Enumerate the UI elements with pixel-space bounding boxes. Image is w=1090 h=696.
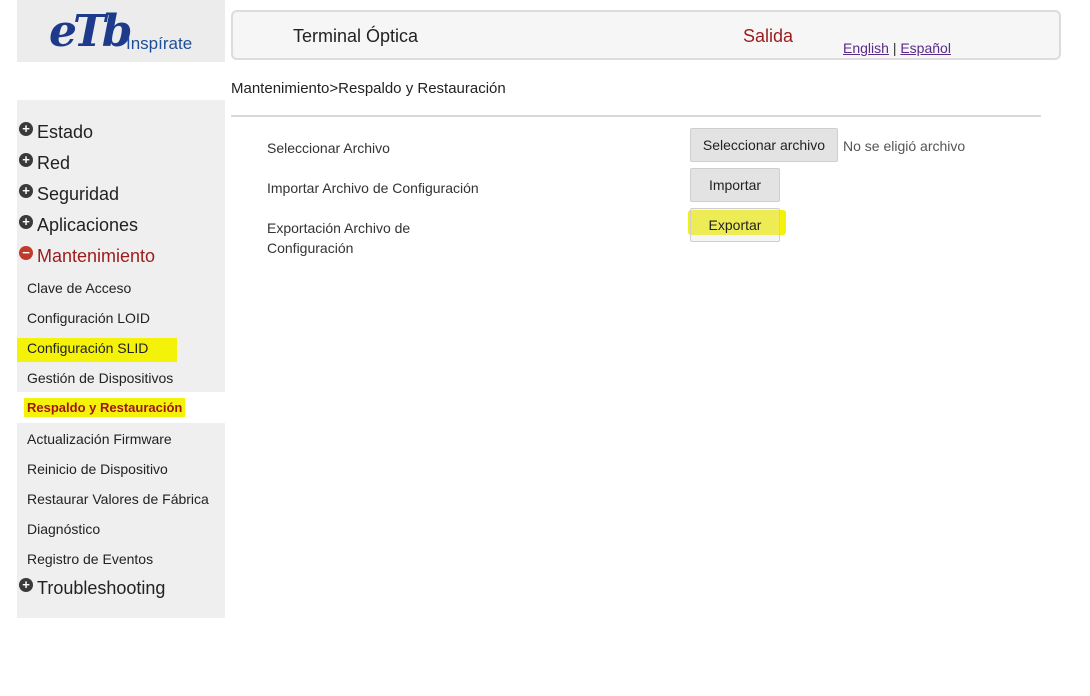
exit-link[interactable]: Salida	[743, 26, 793, 47]
sidebar-item-label: Seguridad	[37, 184, 120, 204]
plus-circle-icon: +	[19, 152, 33, 167]
submenu-item-configuracion-loid[interactable]: Configuración LOID	[27, 310, 150, 326]
select-file-label: Seleccionar Archivo	[267, 140, 390, 156]
export-config-label: Exportación Archivo de Configuración	[267, 218, 410, 258]
sidebar-item-label: Troubleshooting	[37, 578, 166, 598]
submenu-item-actualizacion-firmware[interactable]: Actualización Firmware	[27, 431, 172, 447]
import-config-label: Importar Archivo de Configuración	[267, 180, 479, 196]
minus-circle-icon: −	[19, 245, 33, 260]
plus-circle-icon: +	[19, 214, 33, 229]
logo-tagline: Inspírate	[126, 34, 193, 53]
lang-english-link[interactable]: English	[843, 40, 889, 56]
language-switcher: English | Español	[843, 40, 951, 56]
submenu-item-respaldo-restauracion[interactable]: Respaldo y Restauración	[24, 398, 186, 417]
sidebar-item-label: Mantenimiento	[37, 246, 156, 266]
submenu-item-restaurar-valores-fabrica[interactable]: Restaurar Valores de Fábrica	[27, 491, 209, 507]
sidebar-item-estado[interactable]: + Estado	[19, 121, 94, 143]
file-status-text: No se eligió archivo	[843, 138, 966, 154]
breadcrumb: Mantenimiento>Respaldo y Restauración	[231, 80, 506, 97]
divider	[231, 115, 1041, 117]
page-header-title: Terminal Óptica	[293, 26, 419, 46]
import-button[interactable]: Importar	[690, 168, 780, 202]
submenu-item-gestion-dispositivos[interactable]: Gestión de Dispositivos	[27, 370, 173, 386]
submenu-item-configuracion-slid[interactable]: Configuración SLID	[27, 340, 148, 356]
export-button[interactable]: Exportar	[690, 208, 780, 242]
logo-mark: eTb	[49, 6, 132, 57]
submenu-item-reinicio-dispositivo[interactable]: Reinicio de Dispositivo	[27, 461, 168, 477]
sidebar-item-red[interactable]: + Red	[19, 152, 71, 174]
export-label-line1: Exportación Archivo de	[267, 220, 411, 236]
sidebar-item-mantenimiento[interactable]: − Mantenimiento	[19, 245, 156, 267]
plus-circle-icon: +	[19, 183, 33, 198]
lang-separator: |	[892, 40, 897, 56]
submenu-item-diagnostico[interactable]: Diagnóstico	[27, 521, 100, 537]
logo: eTb Inspírate	[17, 0, 225, 62]
submenu-item-clave-de-acceso[interactable]: Clave de Acceso	[27, 280, 131, 296]
lang-spanish-link[interactable]: Español	[900, 40, 951, 56]
sidebar-item-label: Estado	[37, 122, 94, 142]
select-file-button[interactable]: Seleccionar archivo	[690, 128, 838, 162]
header-bar: Terminal Óptica Salida English | Español	[231, 10, 1061, 60]
sidebar-item-label: Aplicaciones	[37, 215, 139, 235]
sidebar: + Estado + Red + Seguridad + Aplicacione…	[17, 100, 225, 618]
sidebar-item-seguridad[interactable]: + Seguridad	[19, 183, 120, 205]
sidebar-item-aplicaciones[interactable]: + Aplicaciones	[19, 214, 139, 236]
sidebar-item-troubleshooting[interactable]: + Troubleshooting	[19, 577, 166, 599]
export-label-line2: Configuración	[267, 240, 354, 256]
plus-circle-icon: +	[19, 121, 33, 136]
plus-circle-icon: +	[19, 577, 33, 592]
sidebar-item-label: Red	[37, 153, 71, 173]
submenu-item-registro-eventos[interactable]: Registro de Eventos	[27, 551, 153, 567]
